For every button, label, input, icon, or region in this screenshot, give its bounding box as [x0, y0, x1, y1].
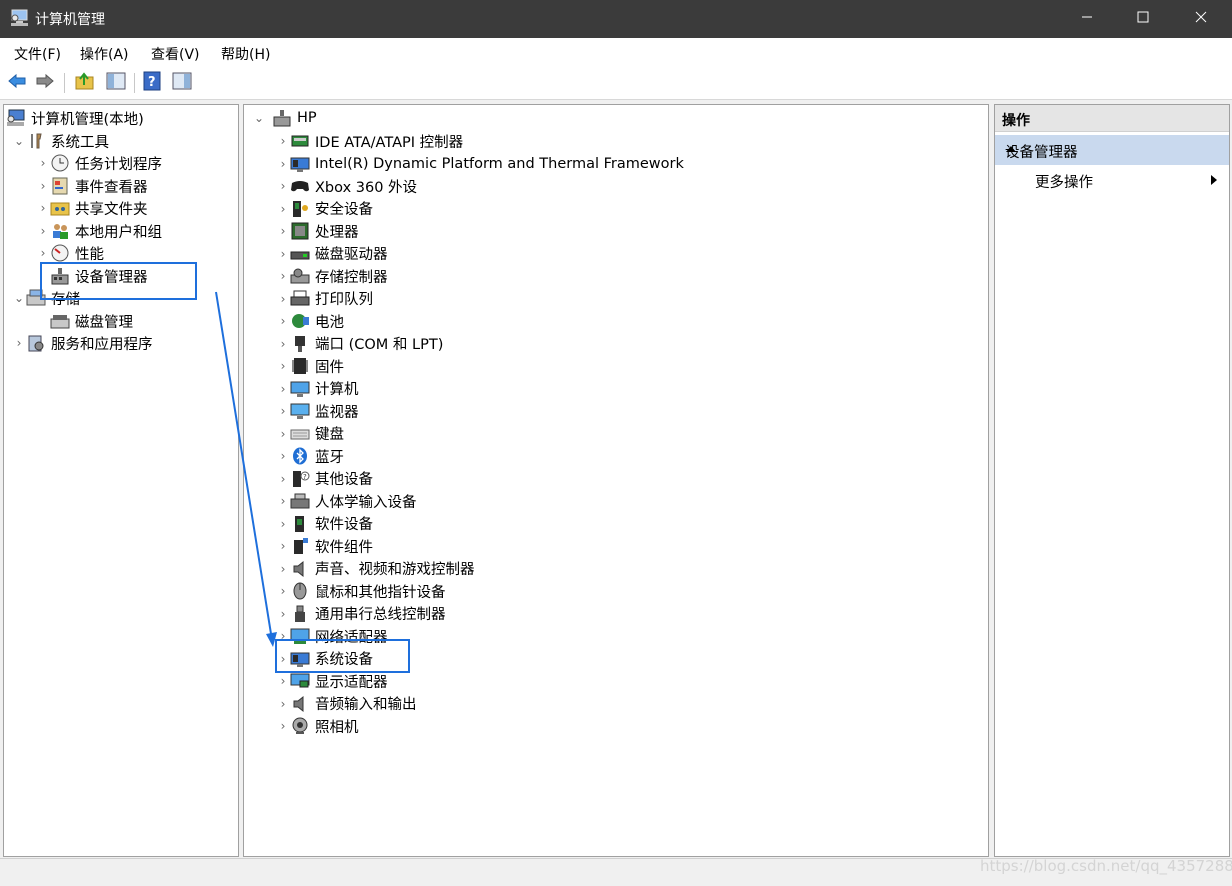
annotation-arrow: [215, 291, 277, 647]
